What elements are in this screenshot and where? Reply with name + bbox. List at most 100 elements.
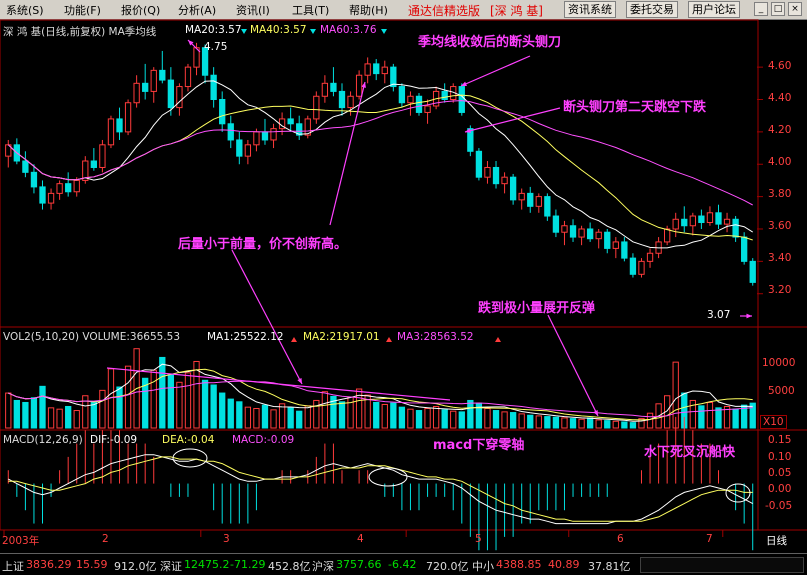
up-arrow-icon xyxy=(386,337,392,342)
candle xyxy=(424,105,431,113)
candle xyxy=(39,186,46,204)
candle xyxy=(407,95,414,104)
sz-index-amount: 452.8亿 xyxy=(268,560,311,573)
volume-bar xyxy=(39,385,46,429)
high-price-label: 4.75 xyxy=(204,41,228,53)
volume-bar xyxy=(604,420,611,429)
volume-bar xyxy=(65,405,72,429)
up-arrow-icon xyxy=(291,337,297,342)
volume-bar xyxy=(621,421,628,429)
stock-chart[interactable] xyxy=(0,0,807,574)
candle xyxy=(90,160,97,168)
candle xyxy=(56,183,63,194)
candle xyxy=(210,74,217,101)
volume-bar xyxy=(244,406,252,429)
candle xyxy=(313,95,320,120)
macd-dif-value: DIF:-0.09 xyxy=(90,434,138,446)
sh-index-label: 上证 xyxy=(2,560,24,573)
candle xyxy=(227,123,234,141)
volume-bar xyxy=(321,391,329,429)
candle xyxy=(664,228,671,243)
candle xyxy=(287,118,294,125)
volume-bar xyxy=(99,389,106,429)
hs-index-label: 沪深 xyxy=(312,560,334,573)
candle xyxy=(398,86,406,104)
candle xyxy=(347,95,354,109)
volume-bar xyxy=(313,399,320,429)
volume-bar xyxy=(227,398,234,429)
volume-bar xyxy=(535,415,542,429)
volume-bar xyxy=(124,365,132,429)
price-tick: 3.60 xyxy=(768,220,792,232)
annotation-macd-cross-zero: macd下穿零轴 xyxy=(433,438,525,453)
volume-bar xyxy=(698,405,705,429)
candle xyxy=(73,179,80,193)
vol-ma1-value: MA1:25522.12 xyxy=(207,331,284,343)
candle xyxy=(629,257,637,275)
volume-bar xyxy=(150,369,157,429)
volume-bar xyxy=(407,408,414,429)
candle xyxy=(261,131,269,141)
hs-index-change: -6.42 xyxy=(388,558,417,571)
candle xyxy=(338,90,346,109)
candle xyxy=(595,231,602,240)
volume-bar xyxy=(270,409,277,429)
candle xyxy=(492,166,500,185)
volume-trend-line xyxy=(106,367,451,401)
volume-bar xyxy=(56,408,63,429)
x-axis-label: 2003年 xyxy=(2,535,40,547)
candle xyxy=(484,166,491,178)
ma40-value: MA40:3.57 xyxy=(250,24,307,36)
candle xyxy=(236,139,243,157)
annotation-arrow xyxy=(464,107,561,133)
volume-bar xyxy=(22,401,29,429)
sh-index-change: 15.59 xyxy=(76,558,108,571)
sz-index-label: 深证 xyxy=(160,560,182,573)
volume-bar xyxy=(432,405,440,429)
annotation-gap-down: 断头铡刀第二天跳空下跌 xyxy=(563,100,707,115)
candle xyxy=(741,236,748,262)
annotation-arrow xyxy=(460,55,531,87)
candle xyxy=(22,160,29,173)
x-axis-label: 7 xyxy=(706,533,713,545)
candle xyxy=(415,95,423,113)
down-arrow-icon xyxy=(310,29,316,34)
volume-tick: 10000 xyxy=(762,357,796,369)
volume-bar xyxy=(261,404,269,429)
candle xyxy=(355,74,363,97)
price-tick: 3.80 xyxy=(768,188,792,200)
candle xyxy=(723,218,731,225)
volume-bar xyxy=(201,379,209,429)
volume-bar xyxy=(415,410,423,429)
hs-index-amount: 720.0亿 xyxy=(426,560,469,573)
volume-bar xyxy=(398,406,406,429)
vol-ma2-value: MA2:21917.01 xyxy=(303,331,380,343)
macd-tick: 0.05 xyxy=(768,467,792,479)
volume-bar xyxy=(13,399,20,429)
volume-bar xyxy=(706,401,714,429)
candle xyxy=(698,215,705,224)
hs-index-value: 3757.66 xyxy=(336,558,382,571)
volume-bar xyxy=(586,417,594,429)
ticker-area xyxy=(640,557,804,573)
volume-bar xyxy=(458,411,465,429)
macd-highlight-ellipse xyxy=(368,467,408,487)
candle xyxy=(509,176,517,201)
candle xyxy=(253,131,260,146)
price-panel-title: 深 鸿 基(日线,前复权) MA季均线 xyxy=(3,26,157,38)
candle xyxy=(578,228,585,238)
candle xyxy=(176,86,183,109)
annotation-arrow xyxy=(547,314,599,417)
candle xyxy=(475,150,483,178)
macd-tick: 0.10 xyxy=(768,451,792,463)
vol-ma3-value: MA3:28563.52 xyxy=(397,331,474,343)
volume-bar xyxy=(561,417,568,429)
volume-bar xyxy=(47,407,55,429)
candle xyxy=(604,231,611,249)
volume-bar xyxy=(219,392,226,429)
zx-index-amount: 37.81亿 xyxy=(588,560,631,573)
price-tick: 4.60 xyxy=(768,60,792,72)
x-axis-label: 2 xyxy=(102,533,109,545)
period-label[interactable]: 日线 xyxy=(766,533,787,548)
x-axis-label: 3 xyxy=(223,533,230,545)
